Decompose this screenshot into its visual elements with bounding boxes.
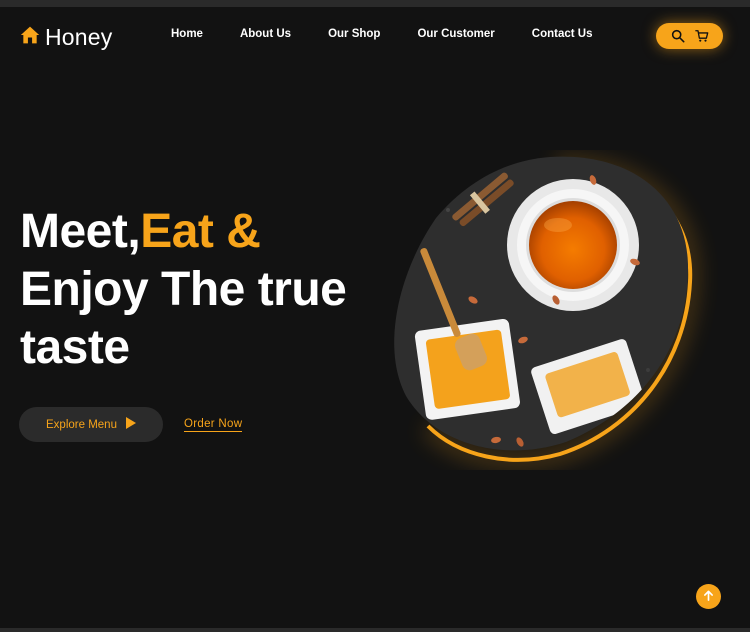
hero-title-line-2: Enjoy The true bbox=[20, 263, 347, 316]
logo-text: Honey bbox=[45, 24, 113, 50]
header: Honey Home About Us Our Shop Our Custome… bbox=[0, 7, 750, 65]
logo[interactable]: Honey bbox=[20, 24, 112, 51]
nav-contact-us[interactable]: Contact Us bbox=[532, 28, 593, 40]
nav-home[interactable]: Home bbox=[171, 28, 203, 40]
nav-about-us[interactable]: About Us bbox=[240, 28, 291, 40]
cart-icon[interactable] bbox=[694, 29, 709, 43]
home-icon bbox=[20, 25, 45, 50]
explore-menu-button[interactable]: Explore Menu bbox=[19, 407, 163, 442]
scroll-to-top-button[interactable] bbox=[696, 584, 721, 609]
top-strip bbox=[0, 0, 750, 7]
nav-our-shop[interactable]: Our Shop bbox=[328, 28, 380, 40]
hero-title: Meet,Eat & Enjoy The true taste bbox=[20, 203, 347, 377]
bottom-strip bbox=[0, 628, 750, 632]
main-nav: Home About Us Our Shop Our Customer Cont… bbox=[171, 28, 629, 40]
hero-title-part-1: Meet, bbox=[20, 205, 141, 258]
search-icon[interactable] bbox=[671, 29, 685, 43]
arrow-up-icon bbox=[703, 588, 714, 606]
header-actions bbox=[656, 23, 723, 49]
play-icon bbox=[125, 417, 136, 432]
hero-title-line-3: taste bbox=[20, 321, 130, 374]
hero-title-line-1: Meet,Eat & bbox=[20, 203, 346, 261]
nav-our-customer[interactable]: Our Customer bbox=[417, 28, 494, 40]
explore-menu-label: Explore Menu bbox=[46, 418, 117, 431]
hero-image bbox=[388, 150, 728, 470]
order-now-link[interactable]: Order Now bbox=[184, 418, 243, 432]
hero-title-highlight: Eat & bbox=[140, 205, 261, 258]
